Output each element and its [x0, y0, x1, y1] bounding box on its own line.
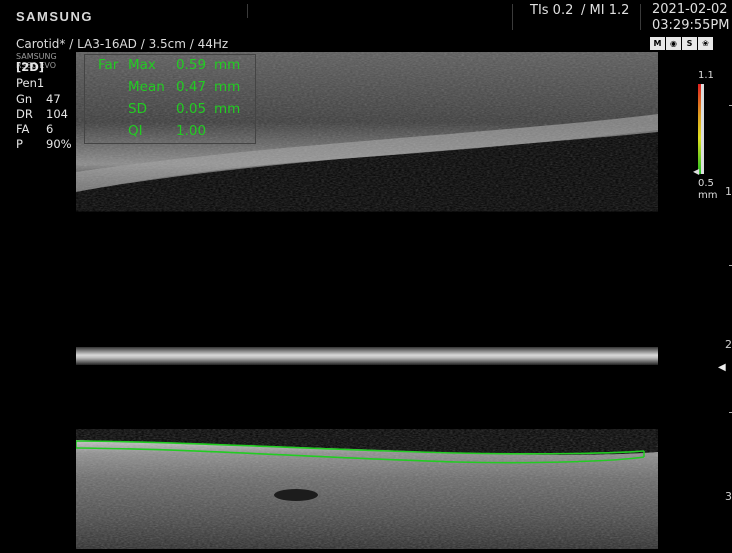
biopsy-icon: ❀ — [698, 37, 713, 50]
time-readout: 03:29:55PM — [652, 18, 730, 33]
separator — [512, 4, 513, 30]
probe-info: Carotid* / LA3-16AD / 3.5cm / 44Hz — [16, 37, 229, 51]
meas-unit-max: mm — [214, 57, 241, 73]
depth-mark-2: 2 — [725, 338, 732, 351]
param-label-dr: DR — [16, 107, 33, 121]
separator — [640, 4, 641, 30]
param-value-fa: 6 — [46, 122, 54, 136]
meas-unit-sd: mm — [214, 101, 241, 117]
depth-mark-1: 1 — [725, 185, 732, 198]
wall-label: Far — [98, 57, 119, 73]
meas-label-sd: SD — [128, 101, 147, 117]
preset-label: Pen1 — [16, 76, 45, 90]
scale-top-label: 1.1 — [698, 70, 714, 81]
param-value-p: 90% — [46, 137, 72, 151]
param-value-dr: 104 — [46, 107, 68, 121]
depth-mark-3: 3 — [725, 490, 732, 503]
param-label-p: P — [16, 137, 23, 151]
meas-value-sd: 0.05 — [176, 101, 207, 117]
meas-label-qi: QI — [128, 123, 143, 139]
m-mode-icon: M — [650, 37, 665, 50]
meas-unit-mean: mm — [214, 79, 241, 95]
scale-bottom-label: 0.5 — [698, 178, 714, 189]
param-value-gn: 47 — [46, 92, 61, 106]
param-label-fa: FA — [16, 122, 30, 136]
probe-icon: ◉ — [666, 37, 681, 50]
meas-value-mean: 0.47 — [176, 79, 207, 95]
date-readout: 2021-02-02 — [652, 2, 728, 17]
tis-readout: TIs 0.2 — [530, 3, 574, 18]
focus-marker-icon[interactable]: ◀ — [718, 362, 726, 373]
separator — [247, 4, 248, 18]
mi-readout: / MI 1.2 — [581, 3, 630, 18]
thickness-color-scale — [698, 84, 704, 174]
meas-value-max: 0.59 — [176, 57, 207, 73]
meas-value-qi: 1.00 — [176, 123, 207, 139]
param-label-gn: Gn — [16, 92, 33, 106]
meas-label-max: Max — [128, 57, 156, 73]
hypoechoic-spot — [274, 489, 318, 501]
mid-echo-line — [76, 347, 658, 365]
s-harmonic-icon: S — [682, 37, 697, 50]
meas-label-mean: Mean — [128, 79, 165, 95]
scale-pointer-icon: ◀ — [693, 167, 700, 176]
mode-icons: M ◉ S ❀ — [650, 37, 713, 50]
brand-logo: SAMSUNG — [16, 9, 93, 24]
scale-unit: mm — [698, 190, 718, 201]
mode-label: [2D] — [16, 60, 45, 74]
far-speckle — [76, 440, 658, 549]
